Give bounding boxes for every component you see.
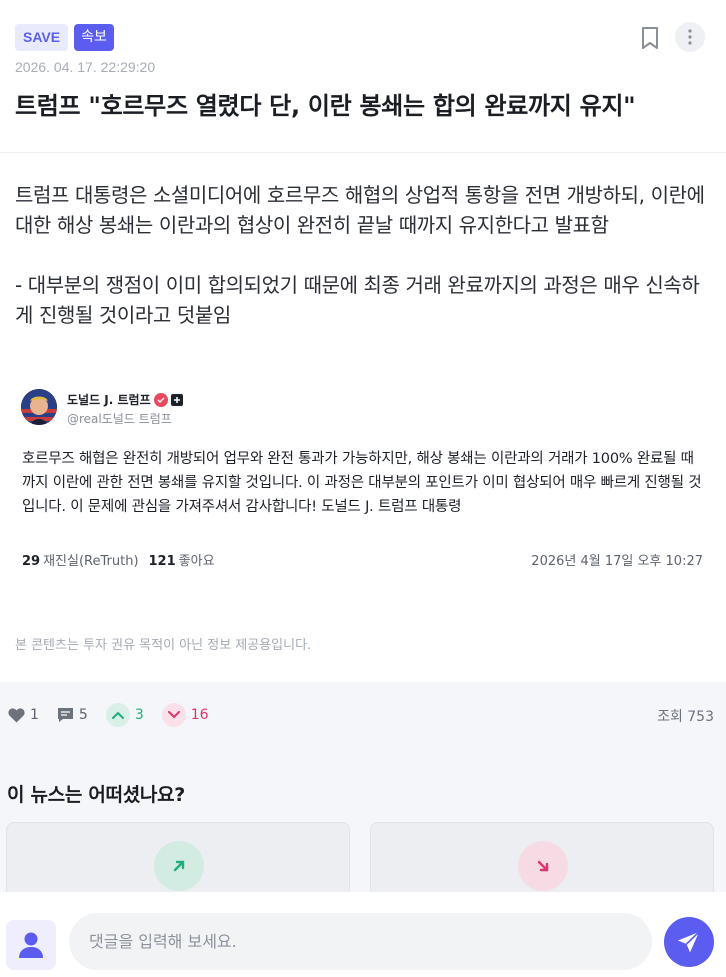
save-tag: SAVE: [15, 24, 69, 51]
arrow-down-right-icon: [518, 841, 568, 891]
arrow-up-right-icon: [154, 841, 204, 891]
downvote-count: 16: [190, 707, 209, 723]
plus-icon: [170, 393, 183, 406]
view-count: 조회 753: [657, 709, 714, 725]
comment-bar: [0, 892, 726, 977]
user-icon: [19, 932, 43, 958]
chevron-up-icon: [105, 703, 130, 727]
comment-input[interactable]: [69, 913, 652, 970]
article-body: 트럼프 대통령은 소셜미디어에 호르무즈 해협의 상업적 통항을 전면 개방하되…: [15, 180, 711, 360]
action-bar: 1 5 3 16: [8, 700, 227, 730]
retruth-label: 재진실(ReTruth): [43, 554, 139, 569]
breaking-tag: 속보: [74, 24, 114, 51]
send-icon: [678, 931, 700, 953]
tag-row: SAVE 속보: [15, 24, 114, 51]
disclaimer: 본 콘텐츠는 투자 권유 목적이 아닌 정보 제공용입니다.: [15, 638, 312, 653]
embedded-post[interactable]: 도널드 J. 트럼프 @real도널드 트럼프 호르무즈 해협은 완전히 개방되…: [15, 380, 711, 580]
like-label: 좋아요: [178, 554, 215, 569]
upvote-count: 3: [134, 707, 144, 723]
verified-icon: [153, 392, 168, 407]
author-handle: @real도널드 트럼프: [67, 412, 172, 426]
more-vertical-icon: [688, 29, 692, 45]
embedded-post-date: 2026년 4월 17일 오후 10:27: [531, 554, 703, 569]
poll-question: 이 뉴스는 어떠셨나요?: [7, 784, 185, 806]
upvote-button[interactable]: 3: [105, 703, 144, 727]
downvote-button[interactable]: 16: [161, 703, 209, 727]
comment-button[interactable]: 5: [57, 707, 88, 723]
embedded-post-text: 호르무즈 해협은 완전히 개방되어 업무와 완전 통과가 가능하지만, 해상 봉…: [22, 451, 702, 515]
like-count: 1: [30, 707, 39, 723]
like-stat: 121 좋아요: [149, 550, 215, 569]
article-paragraph: - 대부분의 쟁점이 이미 합의되었기 때문에 최종 거래 완료까지의 과정은 …: [15, 273, 700, 327]
like-count: 121: [148, 554, 176, 569]
more-options-button[interactable]: [675, 22, 705, 52]
retruth-count: 29: [22, 554, 41, 569]
page-title: 트럼프 "호르무즈 열렸다 단, 이란 봉쇄는 합의 완료까지 유지": [15, 92, 636, 120]
publish-timestamp: 2026. 04. 17. 22:29:20: [15, 59, 156, 75]
user-profile-button[interactable]: [6, 920, 56, 970]
bookmark-icon[interactable]: [640, 26, 660, 50]
avatar: [21, 389, 57, 425]
comment-count: 5: [78, 707, 88, 723]
author-name: 도널드 J. 트럼프: [67, 393, 151, 407]
vote-positive-button[interactable]: [6, 822, 350, 902]
vote-negative-button[interactable]: [370, 822, 714, 902]
heart-icon: [8, 707, 25, 722]
author-name-row: 도널드 J. 트럼프: [67, 391, 183, 408]
comment-icon: [57, 708, 73, 722]
article-header: SAVE 속보 2026. 04. 17. 22:29:20 트럼프 "호르무즈…: [0, 0, 726, 153]
chevron-down-icon: [161, 703, 186, 727]
embedded-post-stats: 29 재진실(ReTruth) 121 좋아요: [22, 550, 215, 569]
send-button[interactable]: [664, 917, 714, 967]
retruth-stat: 29 재진실(ReTruth): [22, 550, 139, 569]
like-button[interactable]: 1: [8, 707, 39, 723]
article-paragraph: 트럼프 대통령은 소셜미디어에 호르무즈 해협의 상업적 통항을 전면 개방하되…: [15, 183, 705, 237]
